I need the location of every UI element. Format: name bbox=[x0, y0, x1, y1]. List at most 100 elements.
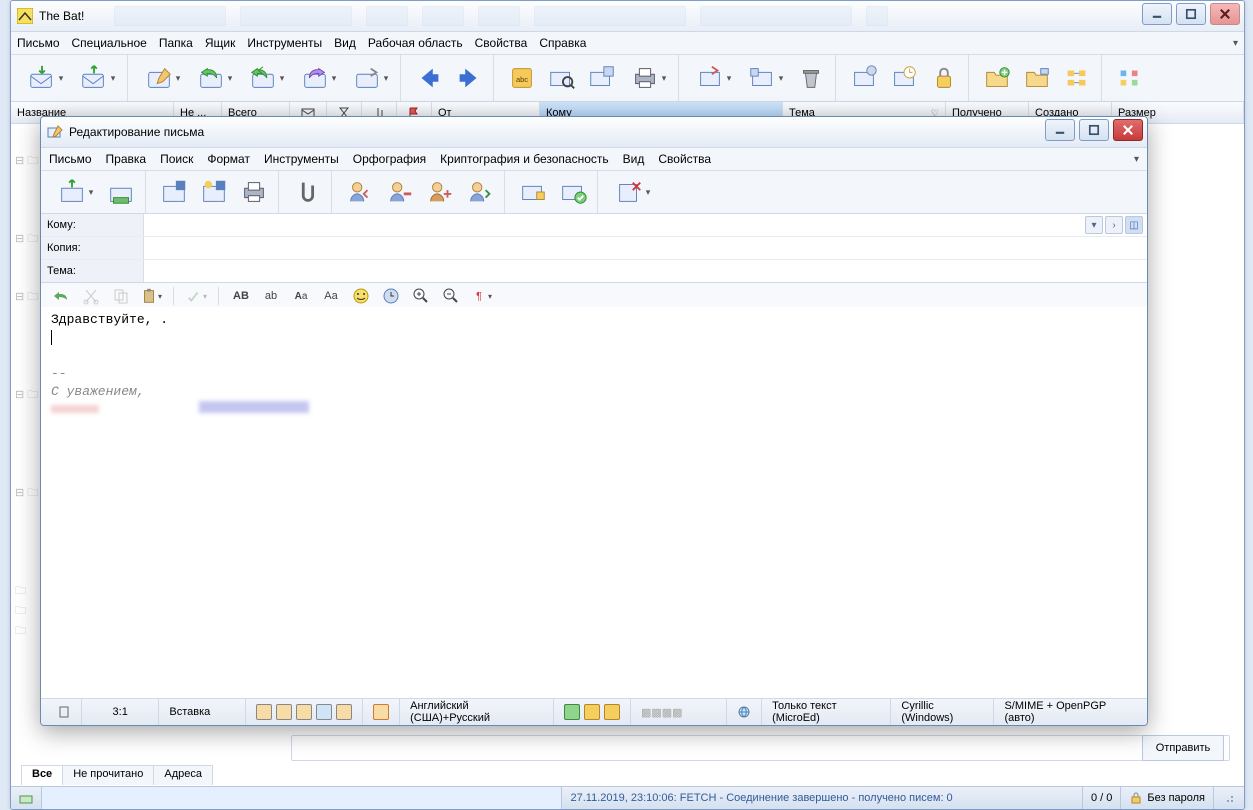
es-align-icons[interactable] bbox=[246, 699, 363, 725]
uppercase-button[interactable]: AB bbox=[229, 284, 253, 308]
menu-folder[interactable]: Папка bbox=[159, 36, 193, 50]
previous-button[interactable] bbox=[411, 60, 447, 96]
subject-field[interactable] bbox=[144, 260, 1147, 282]
download-mail-button[interactable]: ▾ bbox=[21, 60, 69, 96]
editor-print-button[interactable] bbox=[236, 174, 272, 210]
es-spell-icon[interactable] bbox=[363, 699, 400, 725]
expand-header-button[interactable]: ▾ bbox=[1085, 216, 1103, 234]
status-resize-grip[interactable] bbox=[1214, 787, 1244, 809]
recipient-remove-button[interactable] bbox=[382, 174, 418, 210]
emenu-view[interactable]: Вид bbox=[623, 152, 645, 166]
datetime-button[interactable] bbox=[379, 284, 403, 308]
emenu-search[interactable]: Поиск bbox=[160, 152, 193, 166]
menu-special[interactable]: Специальное bbox=[72, 36, 147, 50]
menu-workspace[interactable]: Рабочая область bbox=[368, 36, 463, 50]
close-button[interactable] bbox=[1210, 3, 1240, 25]
recipient-prev-button[interactable] bbox=[342, 174, 378, 210]
cc-field[interactable] bbox=[144, 237, 1147, 259]
park-toggle-button[interactable]: ▾ bbox=[741, 60, 789, 96]
save-as-button[interactable] bbox=[196, 174, 232, 210]
es-lang[interactable]: Английский (США)+Русский bbox=[400, 699, 554, 725]
es-crypto[interactable]: S/MIME + OpenPGP (авто) bbox=[994, 699, 1141, 725]
find-message-button[interactable] bbox=[544, 60, 580, 96]
menu-help[interactable]: Справка bbox=[539, 36, 586, 50]
quick-reply-input[interactable] bbox=[291, 735, 1230, 761]
sorting-office-button[interactable] bbox=[846, 60, 882, 96]
copy-button[interactable] bbox=[109, 284, 133, 308]
tab-unread[interactable]: Не прочитано bbox=[62, 765, 154, 785]
redirect-button[interactable]: ▾ bbox=[346, 60, 394, 96]
save-draft-button[interactable] bbox=[156, 174, 192, 210]
reply-button[interactable]: ▾ bbox=[190, 60, 238, 96]
scheduler-button[interactable] bbox=[886, 60, 922, 96]
emenu-edit[interactable]: Правка bbox=[106, 152, 147, 166]
folder-tree[interactable]: ⊟ 🗀 ⊟ 🗀 ⊟ 🗀 ⊟ 🗀 ⊟ 🗀 🗀 🗀 🗀 bbox=[15, 124, 43, 769]
cut-button[interactable] bbox=[79, 284, 103, 308]
tab-all[interactable]: Все bbox=[21, 765, 63, 785]
editor-body[interactable]: Здравствуйте, . -- С уважением, bbox=[41, 307, 1147, 699]
editor-close-button[interactable] bbox=[1113, 119, 1143, 141]
es-globe-icon[interactable] bbox=[727, 699, 762, 725]
emenu-spell[interactable]: Орфография bbox=[353, 152, 426, 166]
zoom-out-button[interactable] bbox=[439, 284, 463, 308]
addressbook-header-button[interactable]: ◫ bbox=[1125, 216, 1143, 234]
send-mail-button[interactable]: ▾ bbox=[73, 60, 121, 96]
delete-button[interactable] bbox=[793, 60, 829, 96]
emoji-button[interactable] bbox=[349, 284, 373, 308]
new-message-button[interactable]: ▾ bbox=[138, 60, 186, 96]
reply-all-button[interactable]: ▾ bbox=[242, 60, 290, 96]
status-lock[interactable]: Без пароля bbox=[1121, 787, 1214, 809]
confirm-button[interactable] bbox=[555, 174, 591, 210]
tab-addr[interactable]: Адреса bbox=[153, 765, 213, 785]
customize-button[interactable] bbox=[1112, 60, 1148, 96]
editor-maximize-button[interactable] bbox=[1079, 119, 1109, 141]
next-header-button[interactable]: › bbox=[1105, 216, 1123, 234]
recipient-next-button[interactable] bbox=[462, 174, 498, 210]
address-book-button[interactable]: abc bbox=[504, 60, 540, 96]
queue-button[interactable] bbox=[103, 174, 139, 210]
editor-minimize-button[interactable] bbox=[1045, 119, 1075, 141]
minimize-button[interactable] bbox=[1142, 3, 1172, 25]
es-encoding[interactable]: Cyrillic (Windows) bbox=[891, 699, 994, 725]
new-folder-button[interactable] bbox=[979, 60, 1015, 96]
emenu-message[interactable]: Письмо bbox=[49, 152, 92, 166]
zoom-in-button[interactable] bbox=[409, 284, 433, 308]
send-now-button[interactable]: ▾ bbox=[51, 174, 99, 210]
spellcheck-button[interactable]: ▾ bbox=[184, 284, 208, 308]
view-layout-button[interactable] bbox=[1059, 60, 1095, 96]
es-crypto-icons[interactable] bbox=[554, 699, 631, 725]
lowercase-button[interactable]: ab bbox=[259, 284, 283, 308]
menu-options[interactable]: Свойства bbox=[475, 36, 528, 50]
emenu-tools[interactable]: Инструменты bbox=[264, 152, 339, 166]
next-button[interactable] bbox=[451, 60, 487, 96]
recipient-add-button[interactable] bbox=[422, 174, 458, 210]
menu-view[interactable]: Вид bbox=[334, 36, 356, 50]
menu-message[interactable]: Письмо bbox=[17, 36, 60, 50]
unread-toggle-button[interactable]: ▾ bbox=[689, 60, 737, 96]
menu-chevron[interactable]: ▾ bbox=[1233, 38, 1238, 49]
cancel-button[interactable]: ▾ bbox=[608, 174, 656, 210]
to-field[interactable] bbox=[144, 214, 1081, 236]
attach-button[interactable] bbox=[289, 174, 325, 210]
send-button[interactable]: Отправить bbox=[1142, 735, 1224, 761]
forward-button[interactable]: ▾ bbox=[294, 60, 342, 96]
menu-mailbox[interactable]: Ящик bbox=[205, 36, 236, 50]
editor-menu-chevron[interactable]: ▾ bbox=[1134, 154, 1139, 165]
print-button[interactable]: ▾ bbox=[624, 60, 672, 96]
sign-button[interactable] bbox=[515, 174, 551, 210]
menu-tools[interactable]: Инструменты bbox=[247, 36, 322, 50]
special-chars-button[interactable]: ¶▾ bbox=[469, 284, 493, 308]
undo-button[interactable] bbox=[49, 284, 73, 308]
emenu-format[interactable]: Формат bbox=[207, 152, 250, 166]
es-account[interactable]: ▩▩▩▩ bbox=[631, 699, 727, 725]
emenu-crypto[interactable]: Криптография и безопасность bbox=[440, 152, 608, 166]
paste-button[interactable]: ▾ bbox=[139, 284, 163, 308]
es-format[interactable]: Только текст (MicroEd) bbox=[762, 699, 891, 725]
maximize-button[interactable] bbox=[1176, 3, 1206, 25]
privacy-button[interactable] bbox=[926, 60, 962, 96]
capitalize-button[interactable]: Aa bbox=[289, 284, 313, 308]
es-mode[interactable]: Вставка bbox=[159, 699, 246, 725]
view-source-button[interactable] bbox=[584, 60, 620, 96]
folder-properties-button[interactable] bbox=[1019, 60, 1055, 96]
invertcase-button[interactable]: Aa bbox=[319, 284, 343, 308]
